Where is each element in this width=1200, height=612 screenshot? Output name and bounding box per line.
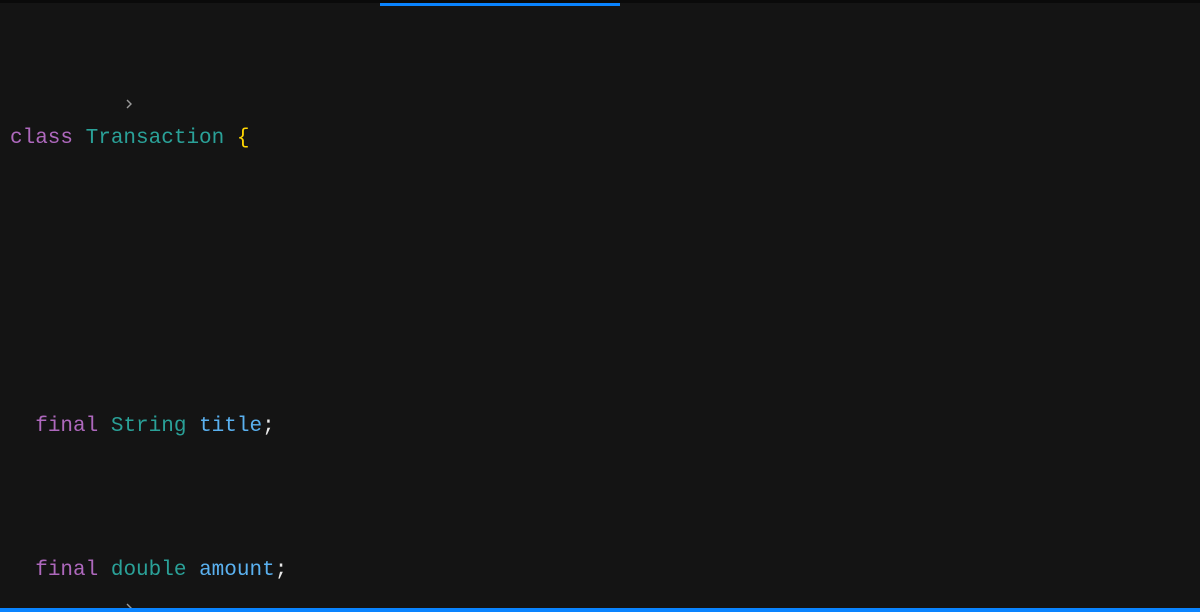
kw-class: class	[10, 127, 73, 150]
active-tab-indicator	[380, 3, 620, 6]
code-area[interactable]: class Transaction { final String title; …	[10, 13, 1200, 612]
code-line[interactable]: class Transaction {	[10, 121, 1200, 157]
code-editor[interactable]: class Transaction { final String title; …	[0, 0, 1200, 612]
code-line[interactable]: final double amount;	[10, 553, 1200, 589]
code-line[interactable]: final String title;	[10, 409, 1200, 445]
class-name: Transaction	[86, 127, 225, 150]
gutter	[0, 3, 8, 612]
bottom-indicator	[0, 608, 1200, 612]
code-line[interactable]	[10, 265, 1200, 301]
brace-open: {	[237, 127, 250, 150]
